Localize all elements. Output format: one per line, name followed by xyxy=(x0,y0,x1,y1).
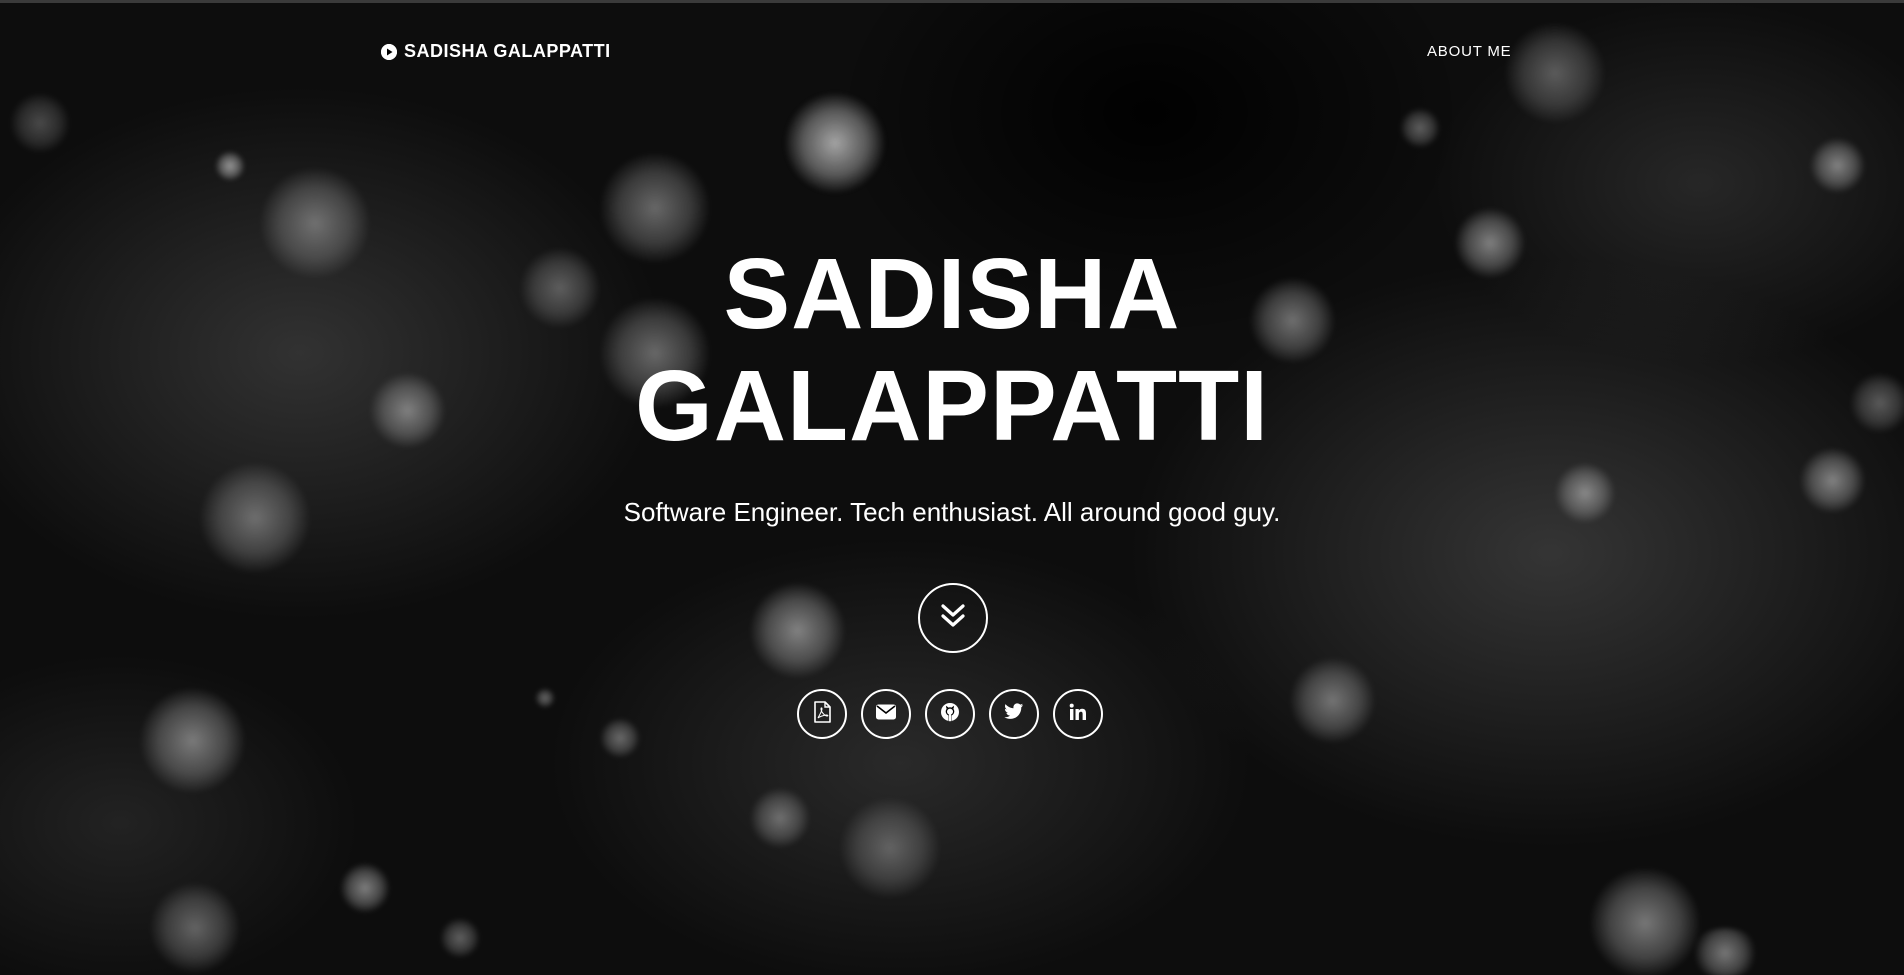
bokeh-circle xyxy=(440,918,480,958)
double-chevron-down-icon xyxy=(939,603,967,634)
bokeh-circle xyxy=(1690,928,1760,975)
twitter-icon xyxy=(1004,703,1024,725)
bokeh-circle xyxy=(140,688,245,793)
nav-link-about-me[interactable]: ABOUT ME xyxy=(1427,43,1511,60)
bokeh-circle xyxy=(785,93,885,193)
bokeh-circle xyxy=(1400,108,1440,148)
github-icon xyxy=(940,702,960,727)
bokeh-circle xyxy=(1590,868,1700,975)
bokeh-circle xyxy=(1290,658,1375,743)
pdf-file-icon xyxy=(813,700,831,728)
bokeh-circle xyxy=(750,583,845,678)
page-title: SADISHA GALAPPATTI xyxy=(0,238,1904,462)
scroll-down-button[interactable] xyxy=(918,583,988,653)
linkedin-icon xyxy=(1069,703,1087,726)
bokeh-circle xyxy=(215,151,245,181)
linkedin-button[interactable] xyxy=(1053,689,1103,739)
bokeh-circle xyxy=(750,788,810,848)
envelope-icon xyxy=(875,703,897,726)
bokeh-circle xyxy=(600,718,640,758)
hero-section: SADISHA GALAPPATTI ABOUT ME SADISHA GALA… xyxy=(0,0,1904,975)
brand-label: SADISHA GALAPPATTI xyxy=(404,41,611,61)
bokeh-circle xyxy=(150,883,240,973)
twitter-button[interactable] xyxy=(989,689,1039,739)
social-links xyxy=(797,689,1103,739)
bokeh-circle xyxy=(840,798,940,898)
github-button[interactable] xyxy=(925,689,975,739)
hero-subtitle: Software Engineer. Tech enthusiast. All … xyxy=(623,497,1281,527)
play-circle-icon xyxy=(381,43,397,60)
email-button[interactable] xyxy=(861,689,911,739)
brand-link[interactable]: SADISHA GALAPPATTI xyxy=(381,41,611,62)
resume-pdf-button[interactable] xyxy=(797,689,847,739)
bokeh-circle xyxy=(10,93,70,153)
title-line-1: SADISHA xyxy=(723,238,1181,350)
bokeh-circle xyxy=(535,688,555,708)
bokeh-circle xyxy=(1810,138,1865,193)
title-line-2: GALAPPATTI xyxy=(634,350,1270,462)
navbar: SADISHA GALAPPATTI ABOUT ME xyxy=(0,3,1904,98)
bokeh-circle xyxy=(340,863,390,913)
